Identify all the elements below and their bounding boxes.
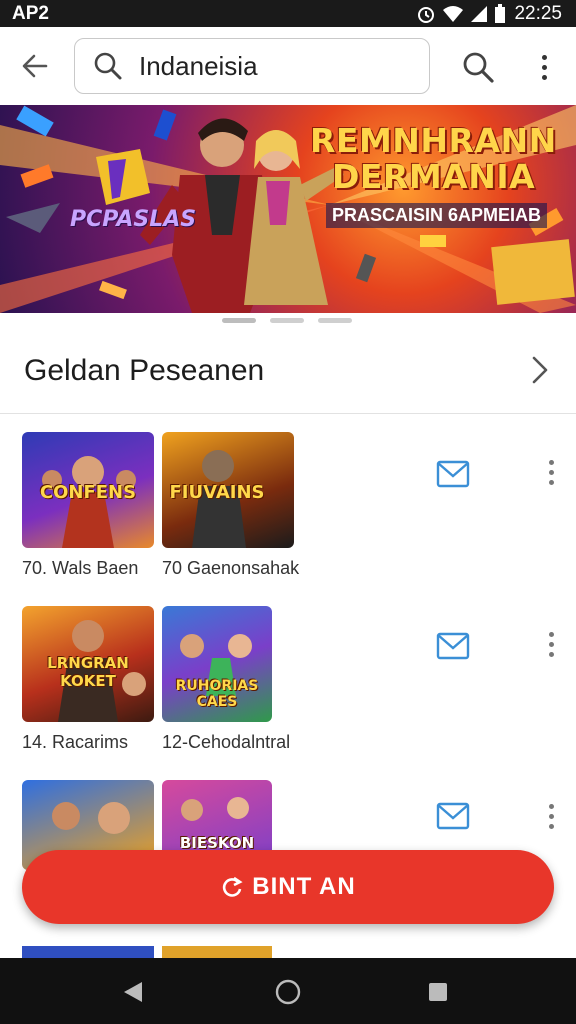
tile-title-art: CONFENS <box>39 482 137 503</box>
banner-title-line2: DERMANIA <box>332 157 536 196</box>
list-row: LRNGRAN KOKET 14. Racarims RUHORIAS CAES… <box>0 606 576 756</box>
search-icon[interactable] <box>460 49 496 85</box>
signal-icon <box>471 5 488 22</box>
status-icons <box>416 3 506 24</box>
row-menu-button[interactable] <box>546 460 556 488</box>
back-arrow-icon[interactable] <box>18 49 52 83</box>
status-right: 22:25 <box>416 3 562 25</box>
status-bar: AP2 22:25 <box>0 0 576 27</box>
nav-back-icon[interactable] <box>122 980 144 1004</box>
game-tile <box>22 946 154 958</box>
mail-icon[interactable] <box>436 802 470 830</box>
search-field[interactable] <box>74 38 430 94</box>
tile-label[interactable]: 12-Cehodalntral <box>162 732 290 753</box>
tile-label[interactable]: 14. Racarims <box>22 732 128 753</box>
tile-title-art: RUHORIAS CAES <box>175 678 259 710</box>
clock-label: 22:25 <box>514 2 562 24</box>
dot-icon <box>548 804 554 809</box>
row-menu-button[interactable] <box>546 804 556 832</box>
wifi-icon <box>443 5 464 22</box>
battery-icon <box>495 3 506 23</box>
mail-icon[interactable] <box>436 632 470 660</box>
alarm-icon <box>418 6 435 23</box>
game-tile[interactable]: RUHORIAS CAES <box>162 606 272 722</box>
pager-dot[interactable] <box>318 318 352 323</box>
tile-title-art: FIUVAINS <box>169 482 265 503</box>
banner-logo-text: PCPASLAS <box>70 207 197 232</box>
carrier-label: AP2 <box>12 2 49 24</box>
dot-icon <box>541 74 547 80</box>
app-bar <box>0 27 576 105</box>
dot-icon <box>548 480 554 485</box>
search-icon <box>94 52 122 80</box>
list-row: CONFENS 70. Wals Baen FIUVAINS 70 Gaenon… <box>0 432 576 582</box>
tile-title-art: LRNGRAN KOKET <box>47 654 129 690</box>
dot-icon <box>548 470 554 475</box>
row-menu-button[interactable] <box>546 632 556 660</box>
system-nav-bar <box>0 958 576 1024</box>
tile-label[interactable]: 70 Gaenonsahak <box>162 558 299 579</box>
dot-icon <box>548 460 554 465</box>
promo-banner[interactable]: REMNHRANN DERMANIA PRASCAISIN 6APMEIAB P… <box>0 105 576 313</box>
refresh-icon <box>223 876 243 897</box>
pager-dot[interactable] <box>222 318 256 323</box>
banner-title: REMNHRANN DERMANIA <box>310 123 557 195</box>
search-input[interactable] <box>139 50 419 82</box>
pager-dot[interactable] <box>270 318 304 323</box>
game-tile <box>162 946 272 958</box>
primary-action-label: BINT AN <box>252 873 356 900</box>
chevron-right-icon[interactable] <box>530 354 550 386</box>
banner-title-line1: REMNHRANN <box>310 121 557 160</box>
primary-action-button[interactable]: BINT AN <box>22 850 554 924</box>
dot-icon <box>548 642 554 647</box>
banner-pager <box>222 318 352 323</box>
dot-icon <box>548 814 554 819</box>
nav-home-icon[interactable] <box>275 979 301 1005</box>
logo-emblem <box>96 149 150 205</box>
dot-icon <box>541 64 547 70</box>
banner-subtitle: PRASCAISIN 6APMEIAB <box>326 203 548 228</box>
dot-icon <box>548 632 554 637</box>
nav-recents-icon[interactable] <box>428 982 448 1002</box>
game-tile[interactable]: CONFENS <box>22 432 154 548</box>
next-row-peek <box>22 946 272 958</box>
dot-icon <box>541 54 547 60</box>
tile-label[interactable]: 70. Wals Baen <box>22 558 138 579</box>
game-tile[interactable]: LRNGRAN KOKET <box>22 606 154 722</box>
section-header[interactable]: Geldan Peseanen <box>0 330 576 414</box>
overflow-menu-button[interactable] <box>530 49 558 85</box>
section-title: Geldan Peseanen <box>24 354 265 387</box>
dot-icon <box>548 824 554 829</box>
mail-icon[interactable] <box>436 460 470 488</box>
dot-icon <box>548 652 554 657</box>
banner-badge <box>491 239 575 305</box>
game-tile[interactable]: FIUVAINS <box>162 432 294 548</box>
